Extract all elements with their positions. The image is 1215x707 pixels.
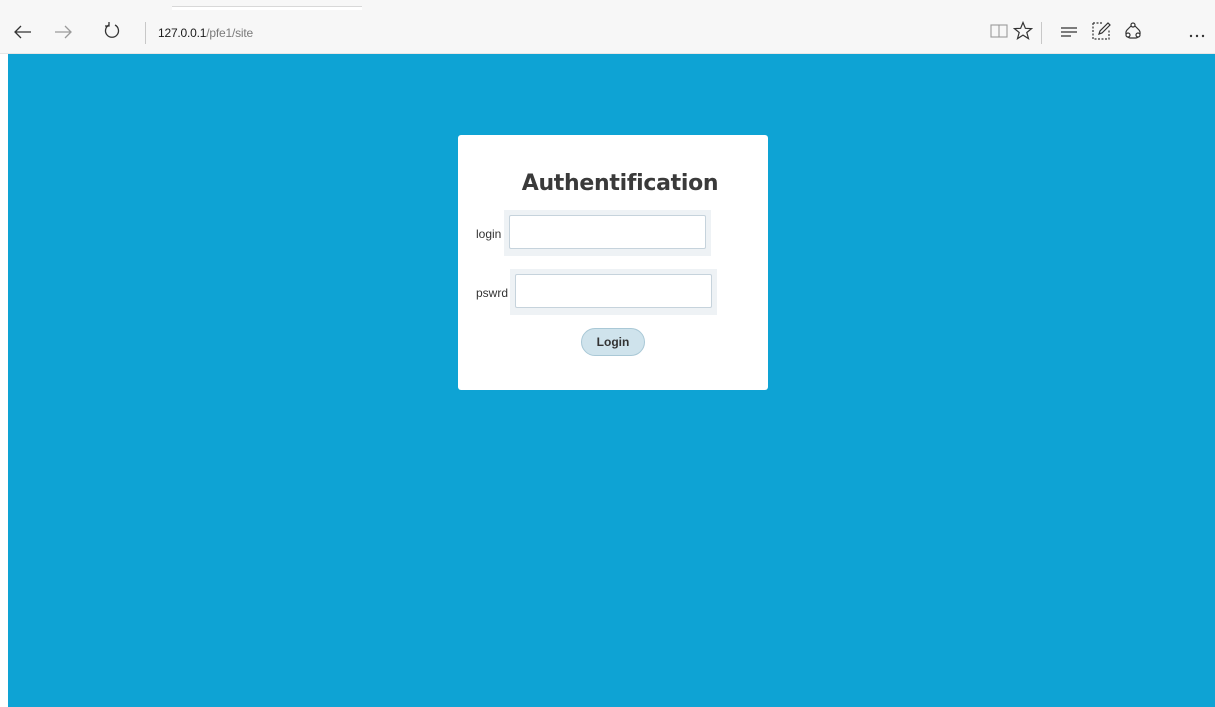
refresh-button[interactable]	[101, 22, 123, 44]
page-content: Authentification login pswrd Login	[8, 54, 1215, 707]
login-input[interactable]	[509, 215, 706, 249]
login-button[interactable]: Login	[581, 328, 645, 356]
more-button[interactable]	[1186, 22, 1208, 44]
toolbar-divider-right	[1041, 22, 1042, 44]
password-label: pswrd	[476, 286, 509, 300]
password-field-wrapper	[510, 269, 717, 315]
address-path: /pfe1/site	[206, 26, 253, 40]
tab-strip	[0, 0, 1215, 11]
forward-arrow-icon	[54, 24, 72, 43]
favorite-star-icon	[1012, 20, 1034, 45]
page-title: Authentification	[521, 171, 719, 196]
web-note-button[interactable]	[1090, 22, 1112, 44]
address-host: 127.0.0.1	[158, 26, 207, 40]
share-icon	[1123, 21, 1143, 45]
hub-icon	[1060, 24, 1078, 43]
hub-button[interactable]	[1058, 22, 1080, 44]
login-field-wrapper	[504, 210, 711, 256]
back-button[interactable]	[12, 22, 34, 44]
login-card: Authentification login pswrd Login	[458, 135, 768, 390]
refresh-icon	[104, 22, 120, 44]
browser-toolbar: 127.0.0.1/pfe1/site	[0, 10, 1215, 54]
toolbar-divider	[145, 22, 146, 44]
address-bar[interactable]: 127.0.0.1/pfe1/site	[158, 23, 253, 43]
login-label: login	[476, 227, 502, 241]
favorite-button[interactable]	[1012, 20, 1034, 45]
share-button[interactable]	[1122, 22, 1144, 44]
forward-button[interactable]	[52, 22, 74, 44]
reading-view-icon	[990, 23, 1008, 43]
reading-view-button[interactable]	[988, 22, 1010, 44]
web-note-icon	[1091, 21, 1111, 45]
more-icon	[1188, 24, 1206, 43]
password-input[interactable]	[515, 274, 712, 308]
back-arrow-icon	[14, 24, 32, 43]
